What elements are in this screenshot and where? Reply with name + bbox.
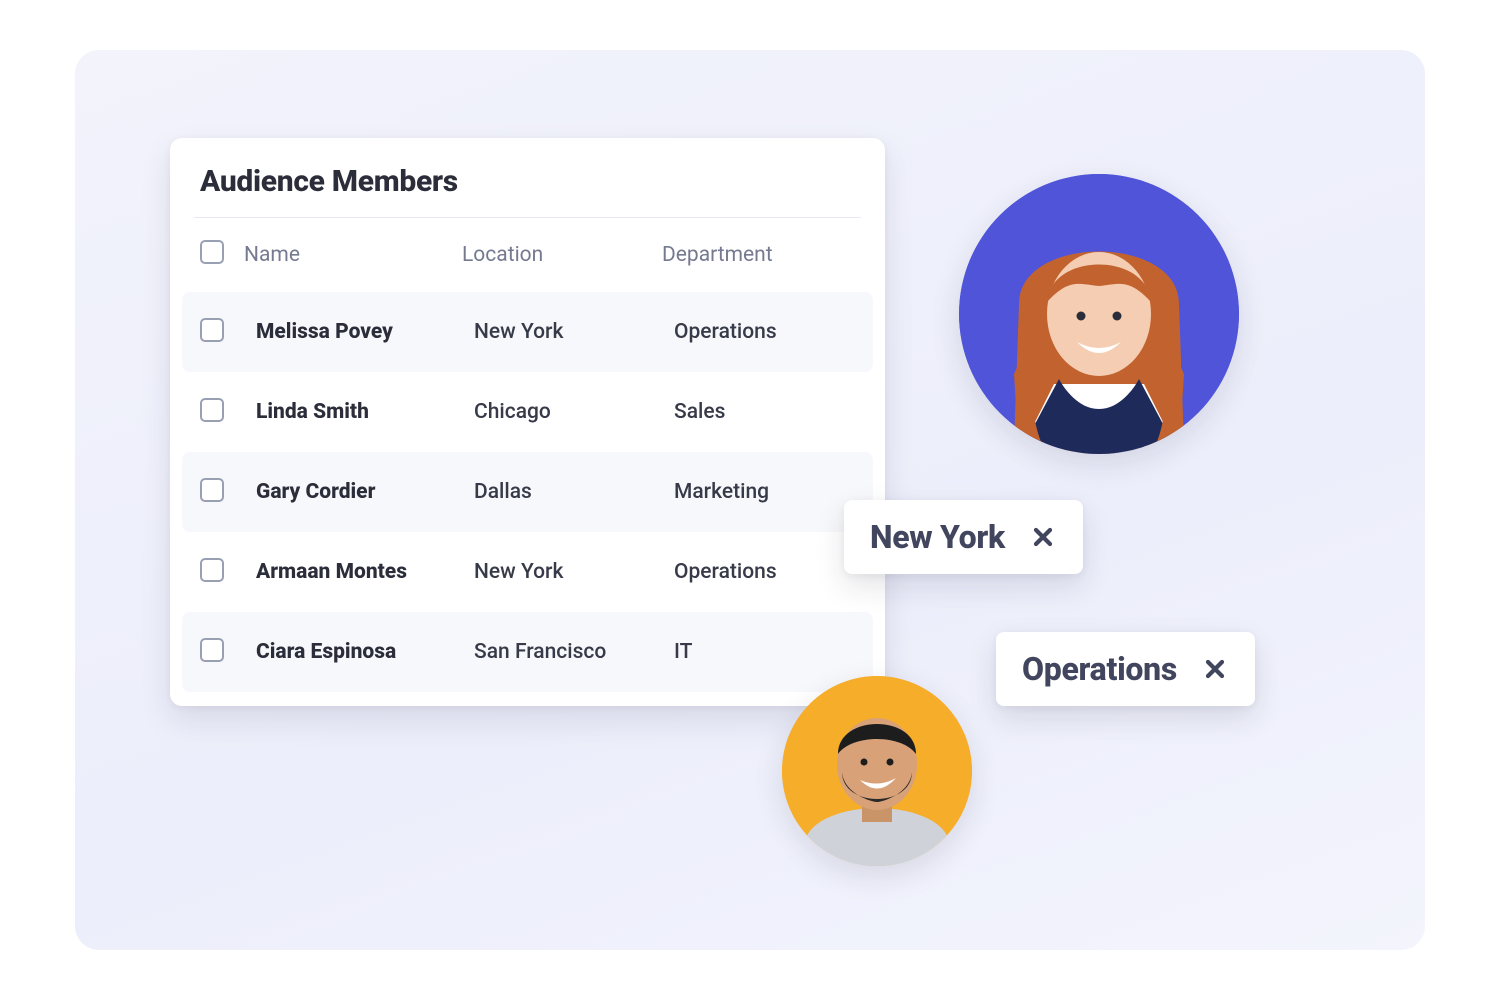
select-all-checkbox[interactable] — [200, 240, 224, 264]
row-department: Sales — [674, 400, 873, 424]
close-icon[interactable] — [1029, 523, 1057, 551]
table-row[interactable]: Armaan Montes New York Operations — [182, 532, 873, 612]
row-name: Melissa Povey — [256, 320, 474, 344]
row-department: Operations — [674, 320, 873, 344]
filter-chip-location[interactable]: New York — [844, 500, 1083, 574]
table-body: Melissa Povey New York Operations Linda … — [170, 292, 885, 706]
row-checkbox[interactable] — [200, 398, 224, 422]
row-name: Armaan Montes — [256, 560, 474, 584]
row-department: IT — [674, 640, 873, 664]
table-row[interactable]: Ciara Espinosa San Francisco IT — [182, 612, 873, 692]
canvas: Audience Members Name Location Departmen… — [75, 50, 1425, 950]
row-location: New York — [474, 560, 674, 584]
avatar — [959, 174, 1239, 454]
column-header-name: Name — [244, 243, 462, 267]
row-location: San Francisco — [474, 640, 674, 664]
column-header-department: Department — [662, 243, 885, 267]
row-checkbox[interactable] — [200, 478, 224, 502]
row-name: Ciara Espinosa — [256, 640, 474, 664]
card-title: Audience Members — [170, 164, 885, 217]
table-row[interactable]: Melissa Povey New York Operations — [182, 292, 873, 372]
audience-members-card: Audience Members Name Location Departmen… — [170, 138, 885, 706]
table-header: Name Location Department — [170, 218, 885, 292]
avatar — [782, 676, 972, 866]
row-department: Marketing — [674, 480, 873, 504]
filter-chip-department[interactable]: Operations — [996, 632, 1255, 706]
row-name: Gary Cordier — [256, 480, 474, 504]
row-checkbox[interactable] — [200, 558, 224, 582]
row-checkbox[interactable] — [200, 638, 224, 662]
filter-chip-label: Operations — [1022, 650, 1177, 688]
filter-chip-label: New York — [870, 518, 1005, 556]
close-icon[interactable] — [1201, 655, 1229, 683]
row-location: New York — [474, 320, 674, 344]
table-row[interactable]: Linda Smith Chicago Sales — [182, 372, 873, 452]
row-location: Chicago — [474, 400, 674, 424]
column-header-location: Location — [462, 243, 662, 267]
row-checkbox[interactable] — [200, 318, 224, 342]
table-row[interactable]: Gary Cordier Dallas Marketing — [182, 452, 873, 532]
row-location: Dallas — [474, 480, 674, 504]
row-name: Linda Smith — [256, 400, 474, 424]
